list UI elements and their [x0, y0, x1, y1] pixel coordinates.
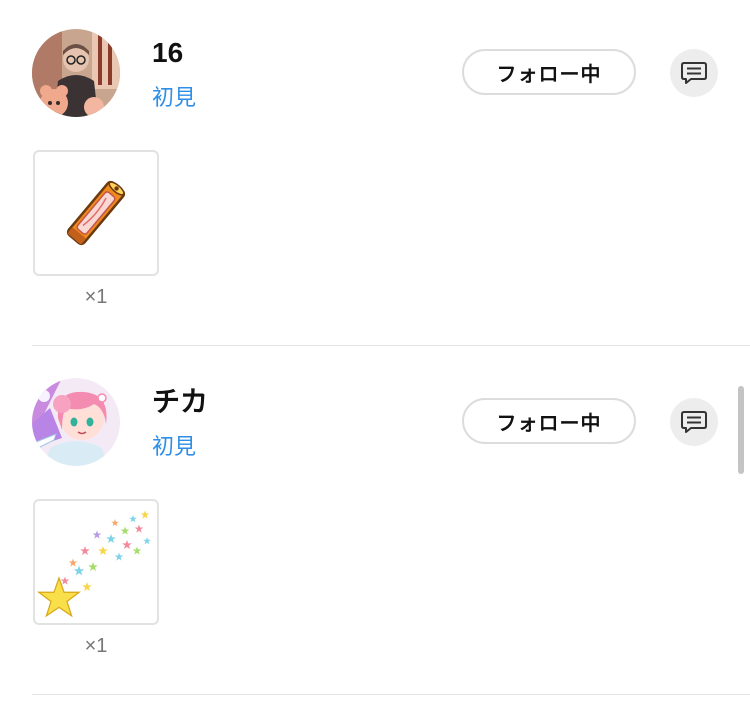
chat-bubble-icon: [681, 411, 707, 433]
gift-entry: 16 初見 フォロー中 ×1: [0, 0, 750, 349]
user-name[interactable]: 16: [152, 36, 183, 70]
following-button[interactable]: フォロー中: [462, 398, 636, 444]
divider: [32, 345, 750, 346]
first-time-badge: 初見: [152, 434, 197, 459]
avatar[interactable]: [32, 378, 120, 466]
divider: [32, 694, 750, 695]
gift-item-card[interactable]: [33, 499, 159, 625]
following-button[interactable]: フォロー中: [462, 49, 636, 95]
user-name[interactable]: チカ: [152, 385, 208, 419]
first-time-badge: 初見: [152, 85, 197, 110]
message-button[interactable]: [670, 398, 718, 446]
avatar[interactable]: [32, 29, 120, 117]
avatar-image: [32, 378, 120, 466]
gift-count: ×1: [84, 286, 108, 308]
gift-entry: チカ 初見 フォロー中 ×1: [0, 349, 750, 698]
glowstick-icon: [66, 180, 126, 246]
chat-bubble-icon: [681, 62, 707, 84]
message-button[interactable]: [670, 49, 718, 97]
gift-item-card[interactable]: [33, 150, 159, 276]
star-shower-icon: [35, 510, 151, 623]
gift-count: ×1: [84, 635, 108, 657]
avatar-image: [32, 29, 120, 117]
scrollbar[interactable]: [738, 386, 744, 474]
